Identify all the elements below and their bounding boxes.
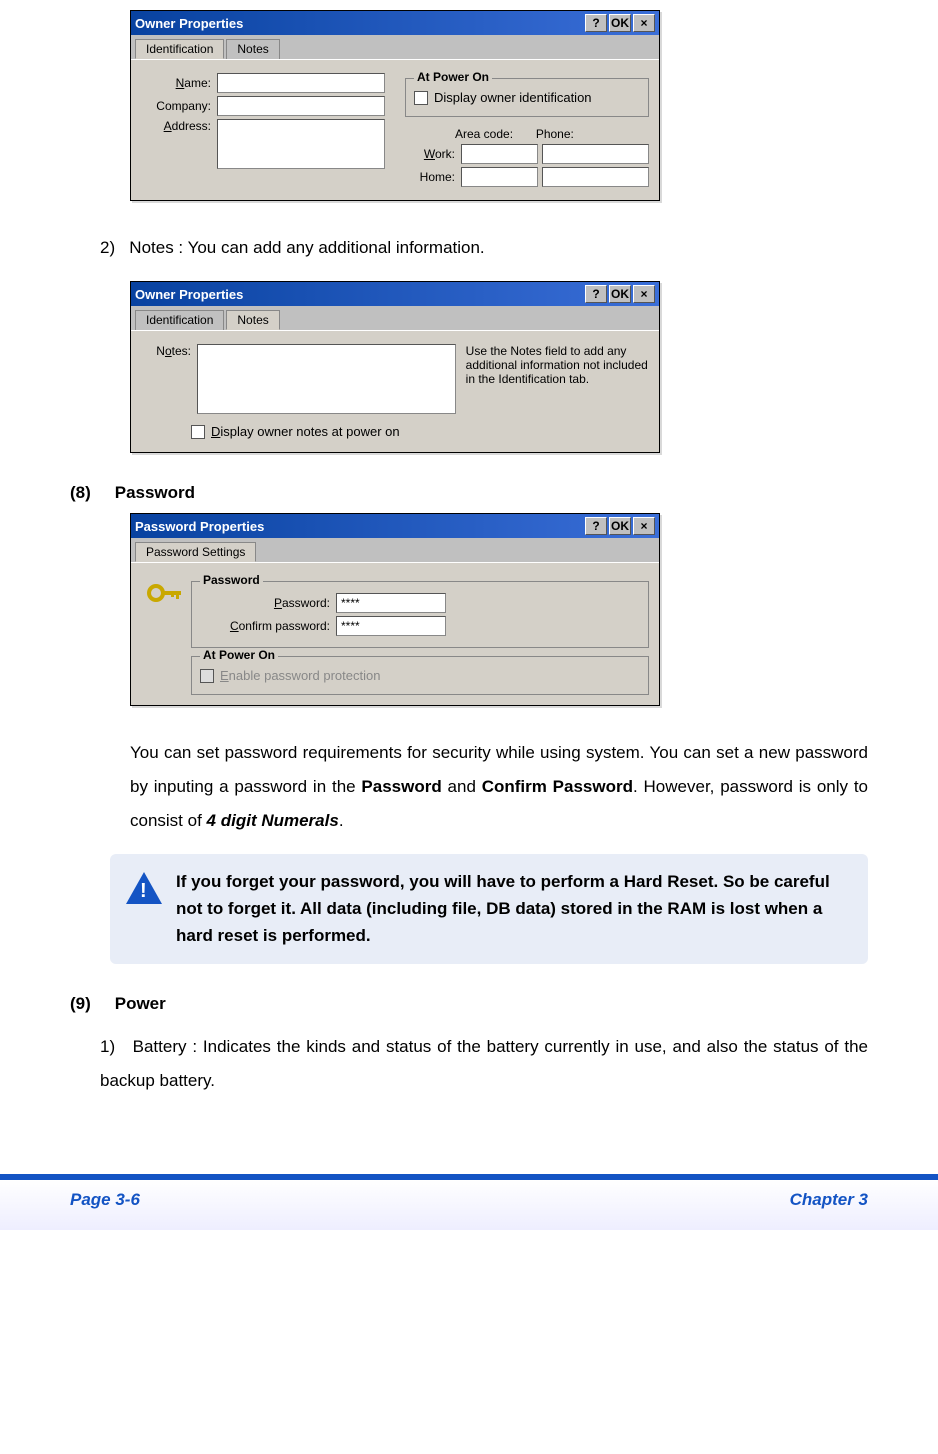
display-notes-label: Display owner notes at power on [211, 424, 400, 439]
tab-identification[interactable]: Identification [135, 310, 224, 330]
tab-identification[interactable]: Identification [135, 39, 224, 59]
poweron-legend: At Power On [200, 648, 278, 662]
titlebar: Password Properties ? OK × [131, 514, 659, 538]
close-button[interactable]: × [633, 14, 655, 32]
home-area-field[interactable] [461, 167, 538, 187]
page-footer: Page 3-6 Chapter 3 [0, 1174, 938, 1230]
poweron-group: At Power On Enable password protection [191, 656, 649, 695]
dialog-title: Owner Properties [135, 16, 583, 31]
ok-button[interactable]: OK [609, 517, 631, 535]
address-label: Address: [141, 119, 211, 133]
help-button[interactable]: ? [585, 285, 607, 303]
areacode-label: Area code: [455, 127, 536, 141]
confirm-password-label: Confirm password: [200, 619, 330, 633]
titlebar: Owner Properties ? OK × [131, 11, 659, 35]
notes-hint: Use the Notes field to add any additiona… [456, 344, 649, 386]
dialog-title: Password Properties [135, 519, 583, 534]
password-legend: Password [200, 573, 263, 587]
help-button[interactable]: ? [585, 517, 607, 535]
warning-text: If you forget your password, you will ha… [176, 868, 852, 950]
home-label: Home: [405, 170, 455, 184]
owner-properties-dialog: Owner Properties ? OK × Identification N… [130, 10, 660, 201]
enable-password-checkbox [200, 669, 214, 683]
section-num: (8) [70, 483, 110, 503]
key-icon [146, 578, 186, 608]
ok-button[interactable]: OK [609, 285, 631, 303]
work-label: Work: [405, 147, 455, 161]
section-8-heading: (8) Password [70, 483, 868, 503]
enable-password-label: Enable password protection [220, 668, 380, 683]
password-field[interactable]: **** [336, 593, 446, 613]
item-num: 1) [100, 1037, 115, 1056]
step-2: 2) Notes : You can add any additional in… [100, 231, 868, 265]
password-label: Password: [200, 596, 330, 610]
item-text: Battery : Indicates the kinds and status… [100, 1037, 868, 1090]
poweron-group: At Power On Display owner identification [405, 78, 649, 117]
tab-notes[interactable]: Notes [226, 39, 279, 59]
notes-field[interactable] [197, 344, 456, 414]
section-num: (9) [70, 994, 110, 1014]
owner-properties-notes-dialog: Owner Properties ? OK × Identification N… [130, 281, 660, 453]
section-title: Power [115, 994, 166, 1013]
notes-label: Notes: [141, 344, 191, 358]
dialog-title: Owner Properties [135, 287, 583, 302]
section-9-heading: (9) Power [70, 994, 868, 1014]
display-notes-checkbox[interactable] [191, 425, 205, 439]
display-owner-id-label: Display owner identification [434, 90, 592, 105]
close-button[interactable]: × [633, 285, 655, 303]
ok-button[interactable]: OK [609, 14, 631, 32]
phone-label: Phone: [536, 127, 649, 141]
company-field[interactable] [217, 96, 385, 116]
step-text: Notes : You can add any additional infor… [129, 238, 484, 257]
tab-notes[interactable]: Notes [226, 310, 279, 330]
footer-left: Page 3-6 [70, 1190, 140, 1210]
home-phone-field[interactable] [542, 167, 649, 187]
tab-row: Identification Notes [131, 35, 659, 59]
work-phone-field[interactable] [542, 144, 649, 164]
password-description: You can set password requirements for se… [130, 736, 868, 838]
address-field[interactable] [217, 119, 385, 169]
warning-box: If you forget your password, you will ha… [110, 854, 868, 964]
tab-password-settings[interactable]: Password Settings [135, 542, 256, 562]
footer-right: Chapter 3 [790, 1190, 868, 1210]
password-properties-dialog: Password Properties ? OK × Password Sett… [130, 513, 660, 706]
company-label: Company: [141, 99, 211, 113]
section-title: Password [115, 483, 195, 502]
confirm-password-field[interactable]: **** [336, 616, 446, 636]
password-group: Password Password:**** Confirm password:… [191, 581, 649, 648]
tab-row: Password Settings [131, 538, 659, 562]
close-button[interactable]: × [633, 517, 655, 535]
help-button[interactable]: ? [585, 14, 607, 32]
display-owner-id-checkbox[interactable] [414, 91, 428, 105]
power-item-1: 1) Battery : Indicates the kinds and sta… [100, 1030, 868, 1098]
tab-row: Identification Notes [131, 306, 659, 330]
name-field[interactable] [217, 73, 385, 93]
name-label: NaName:me: [141, 76, 211, 90]
step-num: 2) [100, 238, 115, 257]
poweron-legend: At Power On [414, 70, 492, 84]
titlebar: Owner Properties ? OK × [131, 282, 659, 306]
work-area-field[interactable] [461, 144, 538, 164]
warning-icon [126, 872, 162, 904]
